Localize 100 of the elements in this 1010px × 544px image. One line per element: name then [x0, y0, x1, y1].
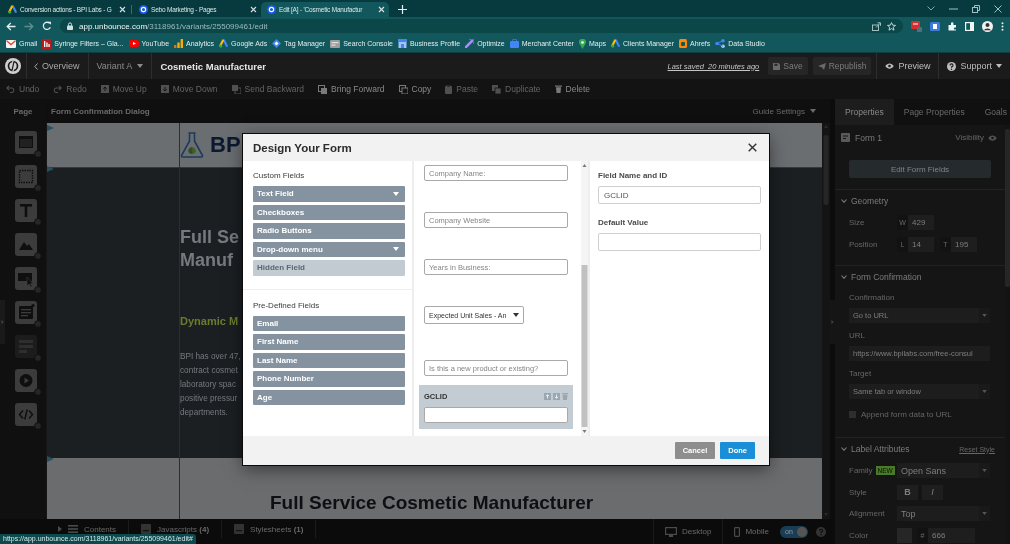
- field-label: Color: [849, 530, 869, 540]
- toolbar-button[interactable]: Delete: [554, 84, 591, 94]
- logo-text: BP: [210, 134, 241, 156]
- field-label: Size: [849, 218, 865, 228]
- more-icon[interactable]: [1001, 21, 1004, 31]
- section-header[interactable]: Geometry: [841, 196, 889, 206]
- share-icon[interactable]: [872, 21, 881, 31]
- close-icon[interactable]: [748, 143, 757, 152]
- panel-tab[interactable]: Goals: [974, 99, 1010, 125]
- toolbar-button[interactable]: Copy: [398, 84, 432, 94]
- caret-icon: [982, 314, 987, 317]
- nodes-icon: [715, 39, 726, 48]
- layers-icon: [318, 84, 328, 94]
- pointer-icon[interactable]: [15, 267, 42, 294]
- caret-icon: [810, 109, 816, 113]
- star-icon[interactable]: [887, 21, 896, 31]
- restore-icon[interactable]: [972, 4, 980, 13]
- view-button[interactable]: Mobile: [722, 519, 780, 544]
- guide-settings-button[interactable]: Guide Settings: [752, 106, 816, 116]
- copy-icon: [398, 84, 408, 94]
- file-tile-icon: [234, 524, 245, 534]
- input-field[interactable]: GCLID: [598, 186, 761, 204]
- input-field[interactable]: [424, 407, 568, 423]
- panel-icon: [330, 39, 341, 48]
- field-type-button[interactable]: Age: [253, 389, 405, 405]
- chevron-down-icon[interactable]: [927, 6, 935, 11]
- preview-button[interactable]: Preview: [877, 53, 939, 79]
- italic-button[interactable]: I: [922, 484, 943, 500]
- field-type-button[interactable]: Phone Number: [253, 371, 405, 387]
- triangle-icon: [219, 39, 229, 48]
- toolbar-button[interactable]: Bring Forward: [318, 84, 385, 94]
- edit-form-fields-button[interactable]: Edit Form Fields: [849, 160, 991, 178]
- plus-icon[interactable]: [398, 5, 407, 14]
- eye-icon: [988, 134, 997, 141]
- minimize-icon[interactable]: [949, 7, 958, 10]
- arrow-down-icon[interactable]: [553, 392, 560, 400]
- hero-paragraph: BPI has over 47, contract cosmet laboratory spac positive pressur departments.: [180, 351, 241, 419]
- page-title: Cosmetic Manufacturer: [159, 60, 266, 72]
- address-bar[interactable]: app.unbounce.com/3118961/variants/255099461/edit: [60, 19, 903, 33]
- dropdown[interactable]: Open Sans: [897, 463, 990, 479]
- square-arrow-up-icon: [100, 85, 109, 93]
- checkbox[interactable]: [849, 410, 856, 418]
- code-icon[interactable]: [15, 403, 42, 430]
- close-icon[interactable]: [994, 4, 1002, 13]
- avatar-icon[interactable]: [982, 20, 993, 32]
- group-heading: Pre-Defined Fields: [253, 300, 321, 311]
- section-header[interactable]: Form Confirmation: [841, 272, 922, 282]
- trash-icon[interactable]: [562, 392, 568, 400]
- reload-icon[interactable]: [42, 21, 52, 31]
- visibility-toggle[interactable]: Visibility: [955, 133, 997, 142]
- field-type-button[interactable]: Drop-down menu: [253, 241, 405, 257]
- view-button[interactable]: Desktop: [653, 519, 723, 544]
- field-type-button[interactable]: Email: [253, 315, 405, 331]
- play-icon[interactable]: [15, 369, 42, 396]
- diamond-icon: [272, 39, 282, 48]
- undo-icon: [6, 85, 15, 93]
- field-type-button[interactable]: First Name: [253, 334, 405, 350]
- expand-handle-icon[interactable]: [0, 300, 5, 344]
- overview-link[interactable]: Overview: [27, 61, 88, 71]
- caret-icon: [137, 64, 144, 68]
- field-type-button[interactable]: Checkboxes: [253, 204, 405, 220]
- help-icon: [947, 61, 957, 71]
- extension-icon[interactable]: [930, 21, 940, 31]
- square-arrow-down-icon: [160, 85, 169, 93]
- text-icon[interactable]: [15, 199, 42, 226]
- image-icon[interactable]: [15, 233, 42, 260]
- panel-toggle-button[interactable]: Stylesheets (1): [222, 520, 317, 538]
- help-icon[interactable]: [816, 526, 826, 537]
- trash-icon: [554, 85, 562, 93]
- arrow-up-icon[interactable]: [544, 392, 551, 400]
- caret-icon: [982, 469, 987, 473]
- arrow-left-icon[interactable]: [6, 21, 16, 31]
- element-name: Form 1: [841, 132, 882, 143]
- panel-tab[interactable]: Properties: [835, 99, 894, 125]
- dropdown[interactable]: Top: [897, 506, 990, 522]
- ring-icon: [139, 5, 148, 14]
- section-header[interactable]: Label Attributes: [841, 444, 910, 454]
- extension-icon[interactable]: [911, 20, 922, 32]
- page-tab[interactable]: Page: [0, 99, 46, 123]
- canvas-title: Form Confirmation Dialog: [51, 106, 150, 116]
- hero-title: Full Se Manuf: [180, 226, 239, 272]
- field-type-button[interactable]: Text Field: [253, 186, 405, 202]
- field-type-button[interactable]: Radio Buttons: [253, 223, 405, 239]
- dotted-square-icon[interactable]: [15, 165, 42, 192]
- bold-button[interactable]: B: [897, 484, 918, 500]
- document-icon[interactable]: [15, 301, 42, 328]
- window-icon[interactable]: [15, 131, 42, 158]
- support-menu[interactable]: Support: [939, 53, 1010, 79]
- tile-icon: [42, 38, 52, 49]
- field-type-button[interactable]: Last Name: [253, 352, 405, 368]
- envelope-icon: [6, 39, 16, 48]
- puzzle-icon[interactable]: [948, 21, 957, 31]
- field-label: Default Value: [598, 218, 650, 228]
- variant-dropdown[interactable]: Variant A: [88, 53, 152, 79]
- panel-tab[interactable]: Page Properties: [893, 99, 975, 125]
- sidebar-icon[interactable]: [965, 21, 974, 31]
- file-tile-icon: [141, 524, 152, 534]
- eye-icon: [885, 63, 895, 69]
- group-heading: Custom Fields: [253, 171, 306, 181]
- input-field[interactable]: [598, 233, 761, 251]
